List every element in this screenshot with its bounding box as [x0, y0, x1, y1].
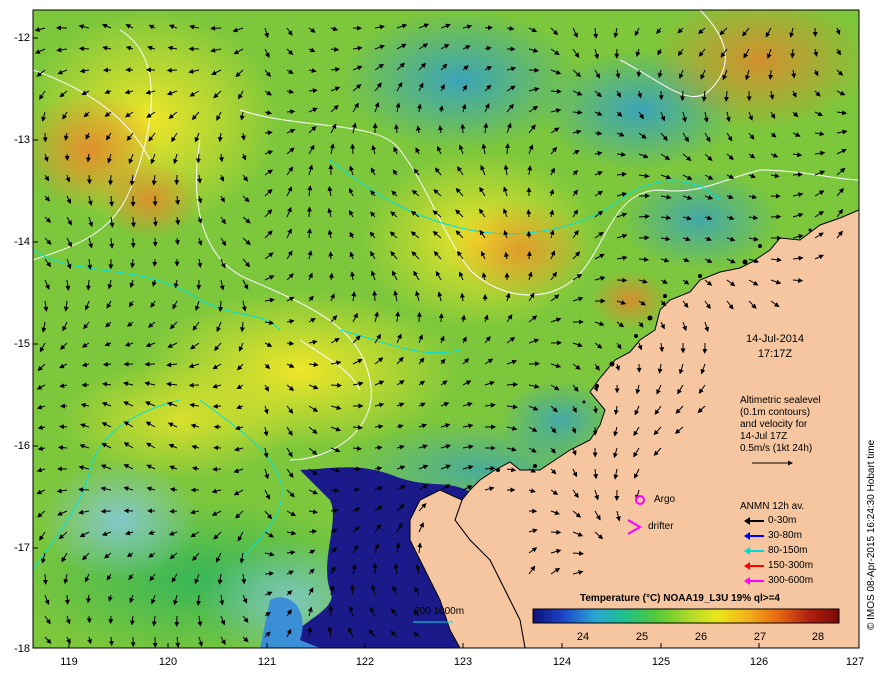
velocity-arrow [330, 382, 342, 388]
isobath-label: 200 1000m [414, 606, 465, 617]
velocity-arrow [108, 174, 114, 186]
velocity-arrow [526, 250, 532, 260]
velocity-arrow [86, 174, 92, 185]
lon-tick: 120 [158, 656, 178, 668]
velocity-arrow [42, 573, 48, 585]
map-time: 17:17Z [757, 348, 793, 360]
credit-text: © IMOS 08-Apr-2015 16:24:30 Hobart time [866, 439, 877, 630]
lon-tick: 122 [355, 656, 375, 668]
arrow-icon [744, 516, 764, 525]
velocity-arrow [372, 290, 378, 302]
velocity-arrow [152, 216, 158, 227]
arrow-icon [744, 576, 764, 585]
velocity-arrow [550, 88, 562, 94]
velocity-arrow [328, 251, 334, 260]
velocity-arrow [550, 529, 562, 535]
velocity-arrow [506, 382, 518, 388]
lon-tick: 123 [453, 656, 473, 668]
lat-tick: -17 [14, 542, 30, 554]
annotation-line: 14-Jul 17Z [740, 431, 788, 442]
map-date: 14-Jul-2014 [745, 333, 805, 345]
legend-item-label: 300-600m [768, 575, 814, 586]
sst-map-figure: -12 -13 -14 -15 -16 -17 -18 119 120 121 … [0, 0, 880, 680]
colorbar-tick: 28 [811, 631, 825, 643]
velocity-arrow [64, 594, 70, 605]
drifter-label: drifter [648, 521, 674, 532]
lon-tick: 127 [845, 656, 865, 668]
colorbar-title: Temperature (°C) NOAA19_L3U 19% ql>=4 [580, 593, 780, 604]
anmn-legend-item: 0-30m [744, 515, 796, 526]
colorbar-tick: 25 [635, 631, 649, 643]
annotation-line: and velocity for [740, 419, 808, 430]
annotation-line: 0.5m/s (1kt 24h) [740, 443, 813, 454]
annotation-line: Altimetric sealevel [740, 395, 821, 406]
legend-item-label: 80-150m [768, 545, 808, 556]
velocity-arrow [166, 67, 178, 73]
velocity-arrow [42, 132, 48, 143]
velocity-arrow [768, 69, 774, 80]
colorbar [532, 608, 840, 624]
anmn-legend-title: ANMN 12h av. [740, 501, 805, 512]
velocity-arrow [59, 424, 68, 430]
velocity-arrow [484, 25, 493, 31]
lat-tick: -14 [14, 236, 30, 248]
lat-tick: -12 [14, 32, 30, 44]
colorbar-tick: 24 [576, 631, 590, 643]
lon-tick: 121 [257, 656, 277, 668]
anmn-legend-item: 300-600m [744, 575, 813, 586]
argo-label: Argo [654, 494, 676, 505]
velocity-arrow [152, 258, 158, 267]
lon-tick: 124 [552, 656, 572, 668]
velocity-arrow [572, 109, 583, 115]
velocity-arrow [286, 109, 296, 115]
lat-tick: -18 [14, 643, 30, 655]
velocity-arrow [212, 403, 222, 409]
velocity-arrow [460, 123, 466, 134]
velocity-arrow [790, 48, 796, 59]
arrow-icon [744, 561, 764, 570]
lon-tick: 125 [651, 656, 671, 668]
velocity-arrow [572, 550, 584, 556]
velocity-arrow [78, 46, 90, 52]
annotation-line: (0.1m contours) [740, 407, 811, 418]
colorbar-tick: 27 [753, 631, 767, 643]
legend-item-label: 30-80m [768, 530, 802, 541]
velocity-arrow [102, 361, 112, 367]
arrow-icon [744, 546, 764, 555]
colorbar-tick: 26 [694, 631, 708, 643]
arrow-icon [744, 531, 764, 540]
anmn-legend-item: 30-80m [744, 530, 802, 541]
velocity-arrow [416, 311, 422, 323]
velocity-arrow [86, 615, 92, 624]
velocity-arrow [78, 487, 90, 493]
lon-tick: 126 [749, 656, 769, 668]
lat-tick: -16 [14, 440, 30, 452]
velocity-arrow [306, 206, 312, 218]
lat-tick: -15 [14, 338, 30, 350]
velocity-arrow [264, 130, 273, 136]
velocity-arrow [438, 313, 444, 323]
velocity-arrow [594, 130, 603, 136]
velocity-arrow [374, 445, 383, 451]
anmn-legend-item: 80-150m [744, 545, 807, 556]
velocity-arrow [792, 172, 804, 178]
legend-item-label: 150-300m [768, 560, 814, 571]
velocity-arrow [350, 143, 356, 155]
lat-tick: -13 [14, 134, 30, 146]
velocity-arrow [169, 508, 178, 514]
velocity-arrow [108, 636, 114, 647]
velocity-arrow [680, 90, 686, 102]
velocity-arrow [130, 216, 136, 228]
velocity-arrow [526, 209, 532, 218]
lon-tick: 119 [60, 656, 78, 668]
anmn-legend-item: 150-300m [744, 560, 813, 571]
legend-item-label: 0-30m [768, 515, 797, 526]
